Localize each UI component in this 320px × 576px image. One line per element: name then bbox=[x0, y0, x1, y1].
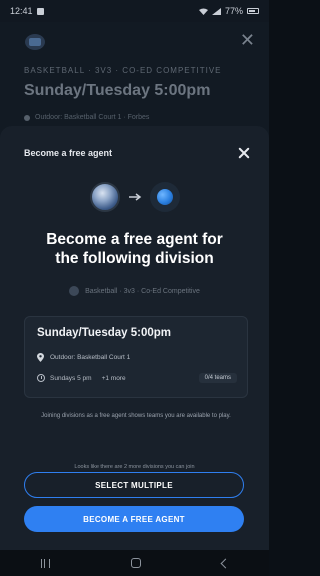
basketball-icon bbox=[156, 189, 173, 205]
recents-icon[interactable] bbox=[40, 558, 50, 568]
division-sport-icon bbox=[69, 286, 80, 296]
avatar-row bbox=[0, 182, 269, 212]
status-bar: 12:41 77% bbox=[0, 0, 269, 22]
hint-text: Looks like there are 2 more divisions yo… bbox=[74, 464, 195, 470]
division-label-text: Basketball · 3v3 · Co-Ed Competitive bbox=[85, 287, 200, 295]
card-time: Sundays 5 pm bbox=[50, 374, 92, 382]
division-label: Basketball · 3v3 · Co-Ed Competitive bbox=[0, 286, 269, 296]
battery-percent: 77% bbox=[224, 6, 243, 16]
navigation-bar bbox=[0, 550, 269, 576]
avatar bbox=[89, 182, 120, 212]
app-logo-icon bbox=[25, 34, 45, 50]
become-free-agent-button[interactable]: BECOME A FREE AGENT bbox=[24, 506, 244, 532]
notification-icon bbox=[36, 7, 44, 15]
teams-badge: 0/4 teams bbox=[198, 373, 237, 383]
arrow-right-icon bbox=[128, 193, 141, 201]
home-icon[interactable] bbox=[130, 558, 141, 568]
wifi-icon bbox=[198, 8, 208, 15]
card-title: Sunday/Tuesday 5:00pm bbox=[37, 327, 171, 339]
select-multiple-button[interactable]: SELECT MULTIPLE bbox=[24, 472, 244, 498]
battery-icon bbox=[247, 8, 259, 14]
headline-line-1: Become a free agent for bbox=[46, 231, 223, 248]
location-pin-icon bbox=[37, 353, 44, 362]
free-agent-sheet: Become a free agent Become a free agent … bbox=[0, 126, 269, 550]
clock-icon bbox=[37, 374, 45, 382]
card-location: Outdoor: Basketball Court 1 bbox=[37, 353, 130, 362]
background-location: Outdoor: Basketball Court 1 · Forbes bbox=[24, 114, 149, 121]
back-icon[interactable] bbox=[220, 558, 230, 568]
background-kicker: BASKETBALL · 3V3 · CO-ED COMPETITIVE bbox=[24, 66, 222, 75]
background-pin-icon bbox=[24, 114, 30, 121]
status-time: 12:41 bbox=[10, 6, 33, 16]
division-badge bbox=[149, 182, 180, 212]
info-text: Joining divisions as a free agent shows … bbox=[41, 413, 231, 419]
background-page: ✕ BASKETBALL · 3V3 · CO-ED COMPETITIVE S… bbox=[0, 22, 269, 142]
signal-icon bbox=[211, 7, 221, 15]
background-close-icon: ✕ bbox=[239, 30, 255, 50]
sheet-title: Become a free agent bbox=[24, 148, 113, 158]
division-card: Sunday/Tuesday 5:00pm Outdoor: Basketbal… bbox=[24, 316, 248, 398]
card-location-text: Outdoor: Basketball Court 1 bbox=[50, 354, 131, 361]
card-more[interactable]: +1 more bbox=[102, 375, 126, 382]
sheet-header: Become a free agent bbox=[24, 146, 251, 160]
background-location-text: Outdoor: Basketball Court 1 · Forbes bbox=[35, 114, 150, 121]
card-meta: Sundays 5 pm +1 more 0/4 teams bbox=[37, 373, 237, 383]
headline-line-2: the following division bbox=[55, 250, 214, 267]
background-title: Sunday/Tuesday 5:00pm bbox=[24, 82, 211, 99]
headline: Become a free agent for the following di… bbox=[0, 230, 269, 268]
close-icon[interactable] bbox=[237, 146, 251, 160]
